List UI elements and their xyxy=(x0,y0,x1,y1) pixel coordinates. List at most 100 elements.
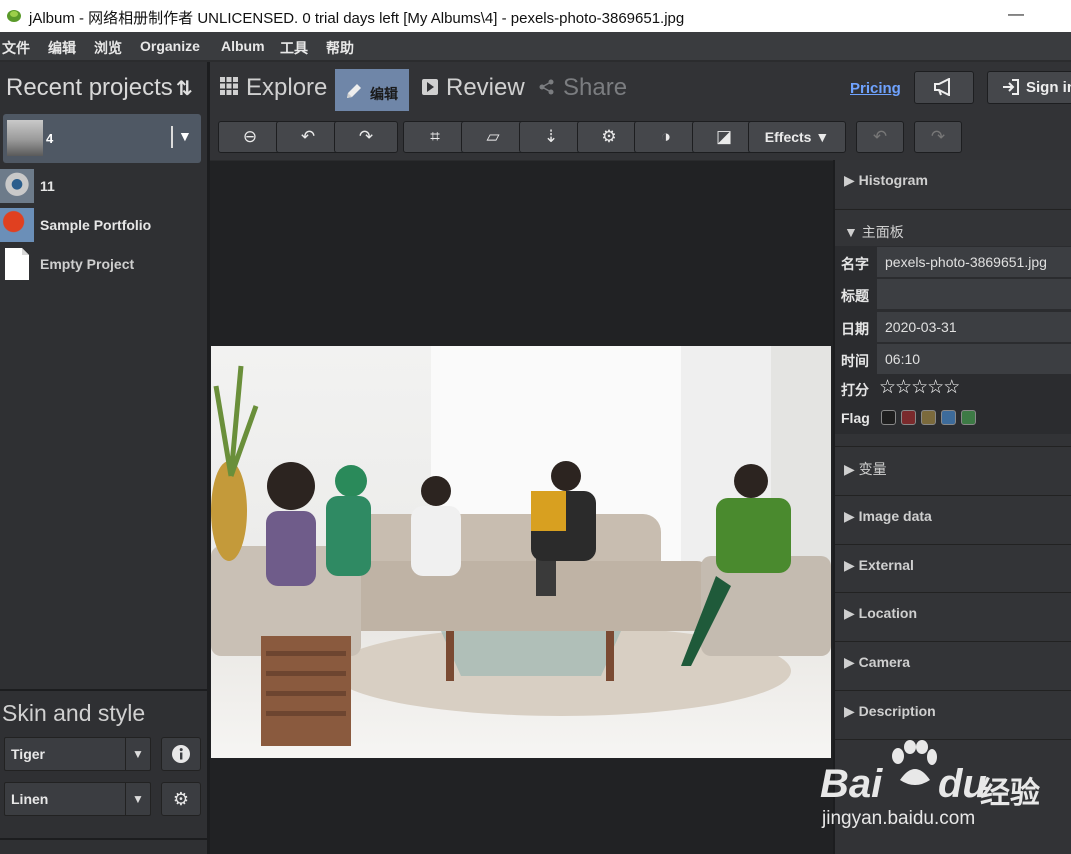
chevron-down-icon[interactable]: ▼ xyxy=(125,738,150,770)
star-icon[interactable]: ☆ xyxy=(895,377,912,398)
watermark-url: jingyan.baidu.com xyxy=(822,808,976,829)
style-select[interactable]: Linen ▼ xyxy=(4,782,151,816)
time-label: 时间 xyxy=(841,353,869,369)
megaphone-icon xyxy=(934,78,950,96)
star-icon[interactable]: ☆ xyxy=(927,377,944,398)
flag-label: Flag xyxy=(841,410,870,426)
edit-toolbar: ⊖ ↶ ↷ ⌗ ▱ ⇣ ⚙ ◑ ◪ Effects ▼ ↶ ↷ xyxy=(210,112,1071,160)
contrast-icon: ◑ xyxy=(660,127,672,146)
section-location[interactable]: ▶ Location xyxy=(835,592,1071,641)
menu-album[interactable]: Album xyxy=(221,38,265,54)
effects-button[interactable]: Effects ▼ xyxy=(748,121,846,153)
zoom-out-button[interactable]: ⊖ xyxy=(218,121,282,153)
section-variables[interactable]: ▶ 变量 xyxy=(835,446,1071,495)
menu-edit[interactable]: 编辑 xyxy=(48,38,76,58)
skin-info-button[interactable] xyxy=(161,737,201,771)
section-label: Image data xyxy=(858,508,932,524)
gear-icon: ⚙ xyxy=(601,127,617,146)
project-divider xyxy=(171,126,173,148)
paw-icon xyxy=(892,740,937,785)
section-camera[interactable]: ▶ Camera xyxy=(835,641,1071,690)
section-image-data[interactable]: ▶ Image data xyxy=(835,495,1071,544)
flag-yellow[interactable] xyxy=(921,410,936,425)
flip-button[interactable]: ⇣ xyxy=(519,121,583,153)
menu-help[interactable]: 帮助 xyxy=(326,38,354,58)
section-description[interactable]: ▶ Description xyxy=(835,690,1071,740)
menu-file[interactable]: 文件 xyxy=(2,38,30,58)
menu-organize[interactable]: Organize xyxy=(140,38,200,54)
flag-blue[interactable] xyxy=(941,410,956,425)
baidu-watermark: Bai du 经验 jingyan.baidu.com xyxy=(820,740,1060,840)
sign-in-button[interactable]: Sign in xyxy=(987,71,1071,104)
divider xyxy=(0,689,207,691)
section-label: 主面板 xyxy=(861,224,904,240)
image-viewer xyxy=(210,161,833,854)
flag-red[interactable] xyxy=(901,410,916,425)
redo-icon: ↷ xyxy=(930,127,946,146)
tab-edit[interactable]: 编辑 xyxy=(335,69,409,111)
section-histogram[interactable]: ▶ Histogram xyxy=(835,160,1071,208)
time-field[interactable]: 06:10 xyxy=(877,344,1071,374)
section-label: Camera xyxy=(858,654,911,670)
project-item[interactable]: 11 xyxy=(0,167,207,205)
star-icon[interactable]: ☆ xyxy=(943,377,960,398)
name-field[interactable]: pexels-photo-3869651.jpg xyxy=(877,247,1071,277)
flag-green[interactable] xyxy=(961,410,976,425)
main-panel-body: 名字 pexels-photo-3869651.jpg 标题 日期 2020-0… xyxy=(835,246,1071,434)
left-panel: Recent projects ⇅ 4 ▼ 11 Sample Portfoli… xyxy=(0,62,207,854)
flip-icon: ⇣ xyxy=(543,127,559,146)
tab-label: Explore xyxy=(246,74,328,101)
tab-label: Share xyxy=(563,74,628,101)
skin-settings-button[interactable]: ⚙ xyxy=(161,782,201,816)
title-bar: jAlbum - 网络相册制作者 UNLICENSED. 0 trial day… xyxy=(0,0,1071,32)
chevron-right-icon: ▶ xyxy=(844,508,855,524)
pencil-icon xyxy=(347,84,361,98)
undo-button[interactable]: ↶ xyxy=(856,121,904,153)
section-label: 变量 xyxy=(858,461,887,477)
chevron-down-icon[interactable]: ▼ xyxy=(125,783,150,815)
exposure-button[interactable]: ◪ xyxy=(692,121,756,153)
skin-value: Tiger xyxy=(11,746,45,762)
contrast-button[interactable]: ◑ xyxy=(634,121,698,153)
skin-select[interactable]: Tiger ▼ xyxy=(4,737,151,771)
chevron-down-icon[interactable]: ▼ xyxy=(178,128,192,144)
minimize-button[interactable]: — xyxy=(1008,6,1024,24)
project-item[interactable]: Sample Portfolio xyxy=(0,206,207,244)
pricing-link[interactable]: Pricing xyxy=(850,80,901,97)
project-thumbnail xyxy=(0,208,34,242)
rating-label: 打分 xyxy=(841,382,869,398)
crop-button[interactable]: ⌗ xyxy=(403,121,467,153)
adjust-button[interactable]: ⚙ xyxy=(577,121,641,153)
watermark-brand: Bai xyxy=(820,762,883,806)
tab-label: Review xyxy=(446,74,525,101)
redo-button[interactable]: ↷ xyxy=(914,121,962,153)
flag-black[interactable] xyxy=(881,410,896,425)
play-icon xyxy=(422,79,438,95)
undo-icon: ↶ xyxy=(872,127,888,146)
name-label: 名字 xyxy=(841,256,869,272)
menu-tools[interactable]: 工具 xyxy=(280,38,308,58)
chevron-right-icon: ▶ xyxy=(844,605,855,621)
section-label: Description xyxy=(858,703,936,719)
rotate-left-icon: ↶ xyxy=(300,127,316,146)
date-label: 日期 xyxy=(841,321,869,337)
date-field[interactable]: 2020-03-31 xyxy=(877,312,1071,342)
star-icon[interactable]: ☆ xyxy=(911,377,928,398)
announcements-button[interactable] xyxy=(914,71,974,104)
rotate-right-button[interactable]: ↷ xyxy=(334,121,398,153)
straighten-icon: ▱ xyxy=(486,127,500,146)
menu-browse[interactable]: 浏览 xyxy=(94,38,122,58)
share-icon xyxy=(539,79,554,95)
section-external[interactable]: ▶ External xyxy=(835,544,1071,593)
sort-icon[interactable]: ⇅ xyxy=(176,76,193,101)
star-icon[interactable]: ☆ xyxy=(879,377,896,398)
rotate-left-button[interactable]: ↶ xyxy=(276,121,340,153)
section-label: External xyxy=(858,557,914,573)
grid-icon xyxy=(220,77,238,95)
recent-projects-title: Recent projects xyxy=(6,74,173,101)
project-item[interactable]: Empty Project xyxy=(0,245,207,283)
title-field[interactable] xyxy=(877,279,1071,309)
straighten-button[interactable]: ▱ xyxy=(461,121,525,153)
rating-stars[interactable]: ☆☆☆☆☆ xyxy=(879,376,960,399)
project-item-selected[interactable]: 4 ▼ xyxy=(3,114,201,163)
